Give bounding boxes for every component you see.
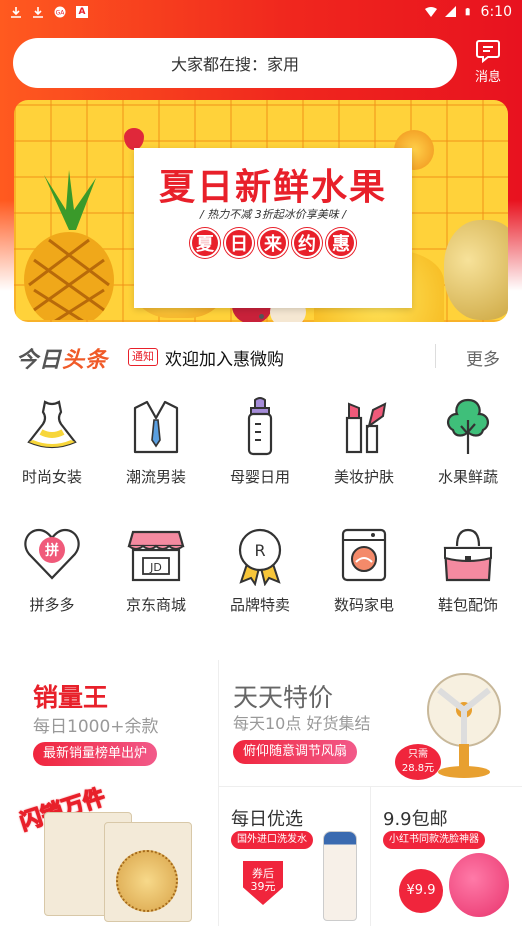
best-seller-card[interactable]: 销量王 每日1000+余款 最新销量榜单出炉 闪销万件 (0, 660, 218, 926)
strawberry-image (124, 128, 144, 150)
face-cleanser-image (449, 853, 509, 917)
daily-special-card[interactable]: 天天特价 每天10点 好货集结 俯仰随意调节风扇 只需 28.8元 (219, 660, 522, 786)
headline-text[interactable]: 欢迎加入惠微购 (165, 345, 284, 370)
suit-icon (133, 400, 179, 454)
best-seller-pill: 最新销量榜单出炉 (33, 742, 158, 766)
price-tag-a: 只需 (408, 749, 428, 760)
baby-bottle-icon (247, 397, 273, 456)
banner-badge: 夏 (190, 228, 220, 258)
jd-glyph: JD (149, 561, 162, 574)
category-label: 时尚女装 (21, 468, 82, 486)
message-label: 消息 (474, 70, 501, 85)
category-fashion-women[interactable]: 时尚女装 (0, 396, 104, 496)
carousel-dot-active (258, 314, 264, 319)
shampoo-bottle-image (323, 831, 357, 921)
headline-logo: 今日头条 (16, 342, 108, 374)
nine-nine-pill: 小红书同款洗脸神器 (383, 831, 485, 849)
banner-title: 夏日新鲜水果 (158, 167, 387, 208)
category-label: 鞋包配饰 (437, 596, 498, 614)
cosmetics-icon (345, 402, 387, 454)
category-label: 美妆护肤 (333, 468, 394, 486)
divider (435, 344, 436, 368)
search-placeholder: 大家都在搜：家用 (170, 55, 299, 74)
coupon-arrow: 券后 39元 (243, 861, 283, 905)
coupon-b: 39元 (250, 880, 276, 893)
signal-icon (444, 6, 456, 17)
promo-banner[interactable]: 夏日新鲜水果 / 热力不减 3折起冰价享美味 / 夏 日 来 约 惠 (14, 100, 508, 322)
category-fruit-veg[interactable]: 水果鲜蔬 (416, 396, 520, 496)
brand-glyph: R (254, 541, 265, 560)
category-brand[interactable]: R 品牌特卖 (208, 524, 312, 624)
wifi-icon (424, 7, 437, 17)
headline-row[interactable]: 今日头条 通知 欢迎加入惠微购 更多 (0, 336, 522, 378)
headline-logo-a: 今日 (16, 348, 63, 373)
pinduoduo-glyph: 拼 (45, 542, 59, 559)
message-button[interactable]: 消息 (468, 38, 508, 86)
washing-machine-icon (341, 528, 387, 582)
nine-nine-card[interactable]: 9.9包邮 小红书同款洗脸神器 ¥9.9 (371, 787, 522, 926)
best-seller-title: 销量王 (33, 683, 109, 712)
message-icon (476, 40, 500, 64)
jd-store-icon: JD (127, 530, 185, 582)
category-pinduoduo[interactable]: 拼 拼多多 (0, 524, 104, 624)
category-baby[interactable]: 母婴日用 (208, 396, 312, 496)
brand-medal-icon: R (238, 528, 282, 586)
price-tag: 只需 28.8元 (395, 744, 441, 780)
banner-badge: 约 (292, 228, 322, 258)
category-bags[interactable]: 鞋包配饰 (416, 524, 520, 624)
text-notification-icon: A (76, 6, 88, 18)
category-label: 京东商城 (125, 596, 186, 614)
daily-special-pill: 俯仰随意调节风扇 (233, 740, 358, 764)
coupon-a: 券后 (252, 867, 274, 880)
more-link[interactable]: 更多 (466, 345, 500, 370)
best-seller-sub: 每日1000+余款 (33, 717, 159, 737)
banner-subtitle: / 热力不减 3折起冰价享美味 / (200, 208, 346, 221)
category-label: 水果鲜蔬 (437, 468, 498, 486)
clock: 6:10 (480, 4, 512, 20)
headline-logo-b: 头条 (62, 348, 109, 373)
handbag-icon (443, 528, 493, 582)
tree-icon (447, 398, 489, 454)
daily-special-sub: 每天10点 好货集结 (233, 714, 371, 733)
pinduoduo-icon: 拼 (24, 528, 80, 580)
status-bar: GA A 6:10 (0, 0, 522, 24)
category-fashion-men[interactable]: 潮流男装 (104, 396, 208, 496)
carousel-dots (14, 314, 508, 322)
banner-badge: 惠 (326, 228, 356, 258)
category-label: 品牌特卖 (229, 596, 290, 614)
durian-image (444, 220, 508, 320)
daily-special-title: 天天特价 (233, 683, 334, 712)
category-beauty[interactable]: 美妆护肤 (312, 396, 416, 496)
dress-icon (27, 400, 77, 449)
battery-icon (465, 8, 470, 16)
promo-section: 销量王 每日1000+余款 最新销量榜单出炉 闪销万件 天天特价 每天10点 好… (0, 660, 522, 926)
price-tag-b: 28.8元 (401, 763, 435, 774)
category-jd[interactable]: JD 京东商城 (104, 524, 208, 624)
category-label: 数码家电 (333, 596, 394, 614)
notice-tag: 通知 (128, 348, 158, 366)
daily-choice-pill: 国外进口洗发水 (231, 831, 313, 849)
daily-choice-card[interactable]: 每日优选 国外进口洗发水 券后 39元 (219, 787, 370, 926)
download-icon (11, 7, 21, 18)
svg-text:GA: GA (56, 10, 66, 17)
category-label: 潮流男装 (125, 468, 186, 486)
banner-badges: 夏 日 来 约 惠 (134, 228, 412, 258)
category-label: 拼多多 (29, 596, 75, 614)
download-icon (33, 7, 43, 18)
banner-badge: 来 (258, 228, 288, 258)
search-input[interactable]: 大家都在搜：家用 (13, 38, 457, 88)
nine-nine-title: 9.9包邮 (383, 809, 448, 830)
price-circle: ¥9.9 (399, 869, 443, 913)
app-notification-icon: GA (54, 6, 66, 18)
banner-card: 夏日新鲜水果 / 热力不减 3折起冰价享美味 / 夏 日 来 约 惠 (134, 148, 412, 308)
category-digital[interactable]: 数码家电 (312, 524, 416, 624)
pineapple-image (24, 170, 114, 320)
daily-choice-title: 每日优选 (231, 809, 303, 830)
banner-badge: 日 (224, 228, 254, 258)
category-label: 母婴日用 (229, 468, 290, 486)
cookie-image (116, 850, 178, 912)
